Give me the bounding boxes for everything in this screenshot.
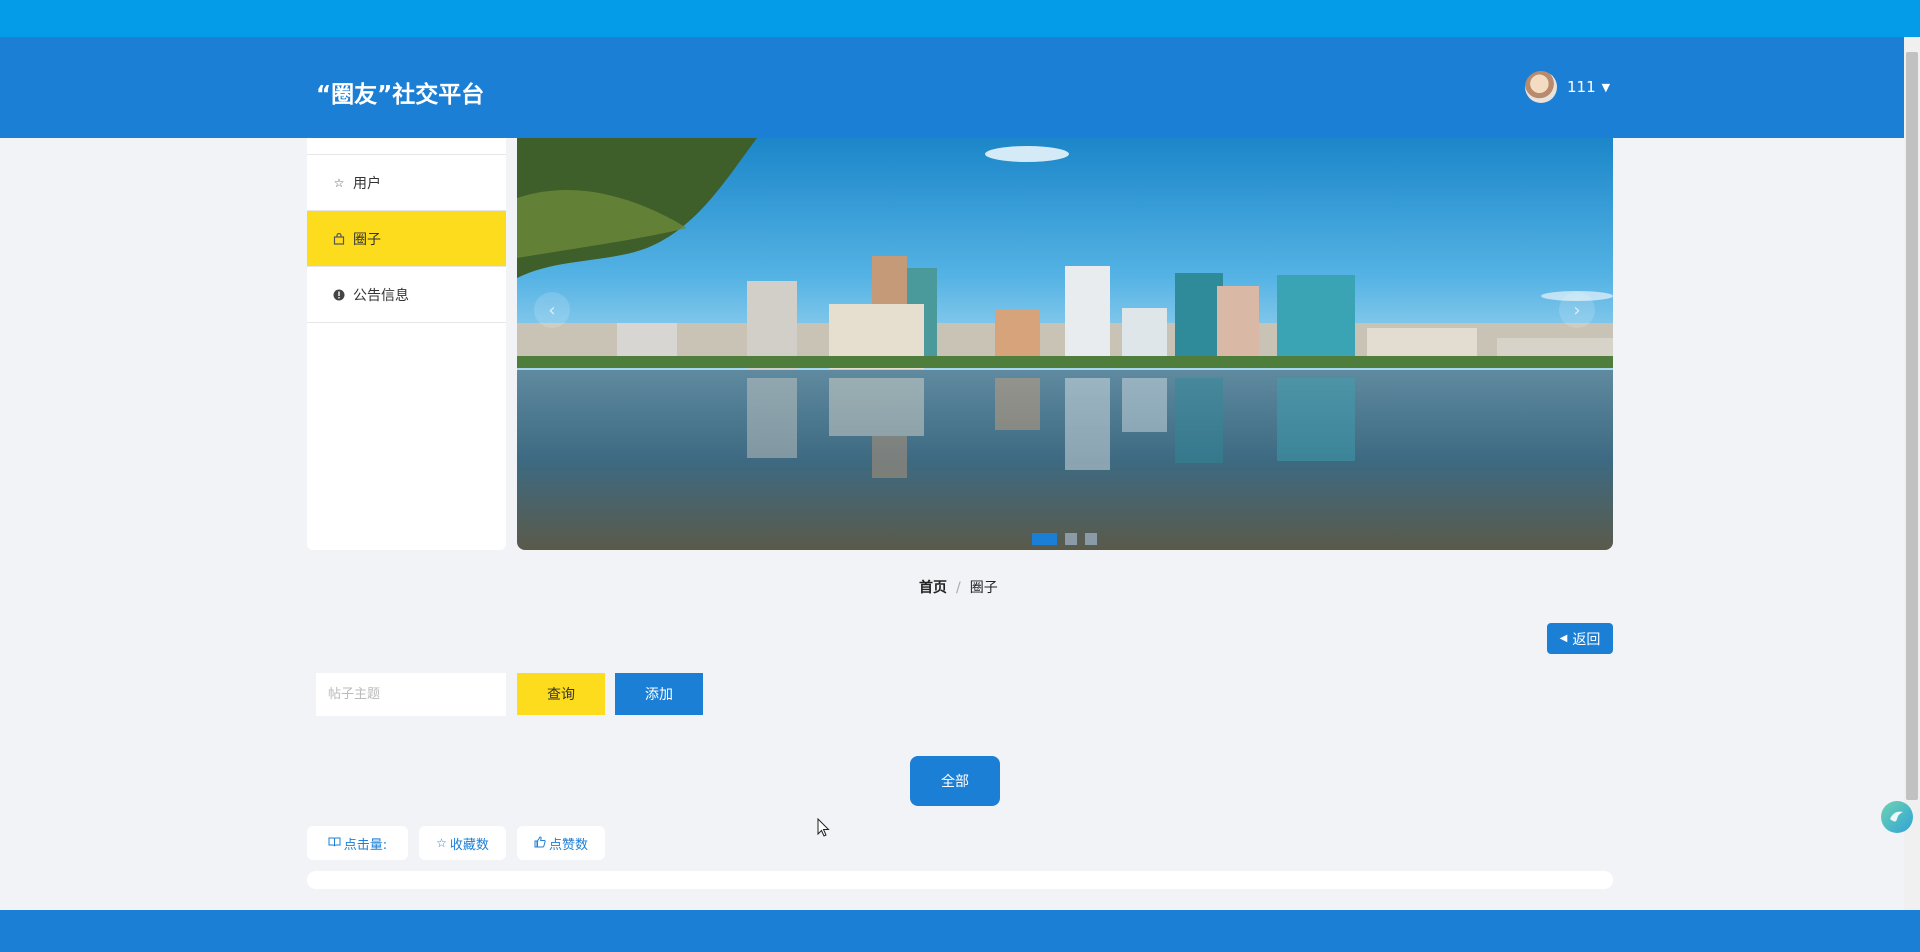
filter-all-button[interactable]: 全部 (910, 756, 1000, 806)
sidebar-item-label: 圈子 (353, 231, 381, 248)
back-button[interactable]: ◀ 返回 (1547, 623, 1613, 654)
book-icon (328, 836, 341, 850)
star-outline-icon: ☆ (436, 836, 447, 850)
scrollbar-thumb[interactable] (1906, 52, 1918, 800)
carousel-indicator[interactable] (1085, 533, 1097, 545)
assistant-float-icon[interactable] (1881, 801, 1913, 833)
caret-left-icon: ◀ (1559, 633, 1568, 644)
sidebar-item-label: 用户 (353, 175, 381, 192)
sidebar-item-announcements[interactable]: 公告信息 (307, 267, 506, 323)
site-brand[interactable]: “圈友”社交平台 (316, 75, 484, 109)
thumbs-up-icon (534, 835, 546, 851)
sidebar-item-circles[interactable]: 圈子 (307, 211, 506, 267)
carousel[interactable]: ‹ › (517, 138, 1613, 550)
sort-likes-label: 点赞数 (548, 837, 588, 853)
sort-favorites-button[interactable]: ☆ 收藏数 (419, 826, 506, 860)
avatar[interactable] (1525, 71, 1557, 103)
user-menu[interactable]: 111 ▼ (1525, 70, 1610, 104)
username[interactable]: 111 (1567, 78, 1596, 96)
back-button-label: 返回 (1572, 631, 1601, 648)
sidebar-item-label: 公告信息 (353, 287, 409, 304)
mouse-cursor-icon (817, 818, 830, 837)
breadcrumb-current: 圈子 (969, 580, 998, 596)
post-list-container (307, 871, 1613, 889)
footer (0, 910, 1920, 952)
bag-icon (332, 232, 346, 245)
carousel-next-button[interactable]: › (1559, 292, 1595, 328)
sidebar: ☆ 用户 圈子 公告信息 (307, 138, 506, 550)
add-button[interactable]: 添加 (615, 673, 703, 715)
caret-down-icon[interactable]: ▼ (1602, 81, 1610, 94)
query-button[interactable]: 查询 (517, 673, 605, 715)
sidebar-item-users[interactable]: ☆ 用户 (307, 155, 506, 211)
exclamation-circle-icon (332, 289, 346, 301)
top-strip (0, 0, 1920, 37)
breadcrumb: 首页 / 圈子 (919, 577, 998, 597)
search-input[interactable] (316, 673, 506, 716)
header: “圈友”社交平台 111 ▼ (0, 37, 1920, 138)
star-outline-icon: ☆ (333, 175, 345, 190)
carousel-prev-button[interactable]: ‹ (534, 292, 570, 328)
chevron-left-icon: ‹ (548, 299, 556, 321)
sort-clicks-label: 点击量: (343, 837, 388, 853)
chevron-right-icon: › (1573, 299, 1581, 321)
sort-favorites-label: 收藏数 (449, 837, 489, 853)
carousel-indicators (1032, 533, 1105, 545)
carousel-indicator[interactable] (1032, 533, 1057, 545)
sort-clicks-button[interactable]: 点击量: (307, 826, 408, 860)
breadcrumb-home[interactable]: 首页 (919, 580, 947, 596)
sort-likes-button[interactable]: 点赞数 (517, 826, 605, 860)
carousel-indicator[interactable] (1065, 533, 1077, 545)
breadcrumb-separator: / (956, 580, 961, 596)
carousel-image (517, 138, 1613, 550)
